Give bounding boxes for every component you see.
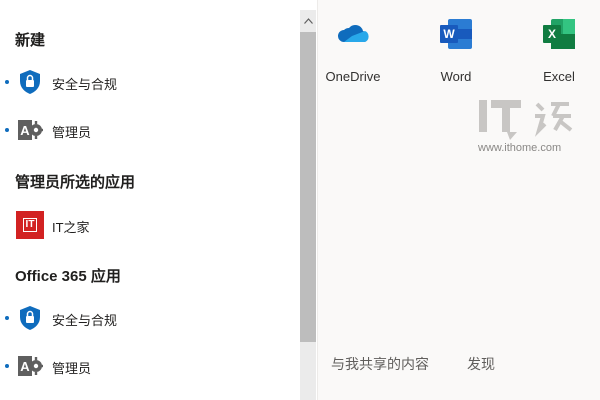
chevron-up-icon [303,18,313,24]
section-header-admin-selected: 管理员所选的应用 [15,174,136,191]
app-label: Word [440,69,472,84]
list-item-ithome[interactable]: IT IT之家 [0,205,296,245]
watermark-url: www.ithome.com [478,142,562,154]
new-indicator-dot [5,364,9,368]
section-header-new: 新建 [15,32,46,49]
app-tile-word[interactable]: W Word [416,16,496,86]
list-item-label: 安全与合规 [52,77,118,92]
svg-text:A: A [20,123,30,138]
app-label: Excel [543,69,575,84]
list-item-security-compliance[interactable]: 安全与合规 [0,62,296,102]
excel-icon: X [541,16,577,52]
shared-with-me-link[interactable]: 与我共享的内容 [331,354,429,374]
list-item-label: IT之家 [52,220,90,235]
onedrive-icon [335,16,371,52]
excel-icon-letter: X [543,25,561,43]
app-launcher-panel: 新建 安全与合规 A 管理员 管理员所选的应用 IT IT之家 Office 3… [0,0,318,400]
shield-lock-icon [16,68,44,96]
list-item-label: 管理员 [52,361,92,376]
list-item-label: 管理员 [52,125,92,140]
app-tile-excel[interactable]: X Excel [519,16,599,86]
list-item-label: 安全与合规 [52,313,118,328]
section-header-office365: Office 365 应用 [15,268,121,285]
new-indicator-dot [5,128,9,132]
new-indicator-dot [5,316,9,320]
word-icon: W [438,16,474,52]
list-item-admin[interactable]: A 管理员 [0,110,296,150]
app-tile-onedrive[interactable]: OneDrive [313,16,393,86]
admin-gear-icon: A [16,352,44,380]
svg-text:A: A [20,359,30,374]
discover-link[interactable]: 发现 [467,354,495,374]
list-item-security-compliance[interactable]: 安全与合规 [0,298,296,338]
word-icon-letter: W [440,25,458,43]
admin-gear-icon: A [16,116,44,144]
list-item-admin[interactable]: A 管理员 [0,346,296,386]
ithome-logo-text: IT [22,218,38,232]
ithome-logo-icon: IT [16,211,44,239]
new-indicator-dot [5,80,9,84]
shield-lock-icon [16,304,44,332]
app-label: OneDrive [325,69,381,84]
